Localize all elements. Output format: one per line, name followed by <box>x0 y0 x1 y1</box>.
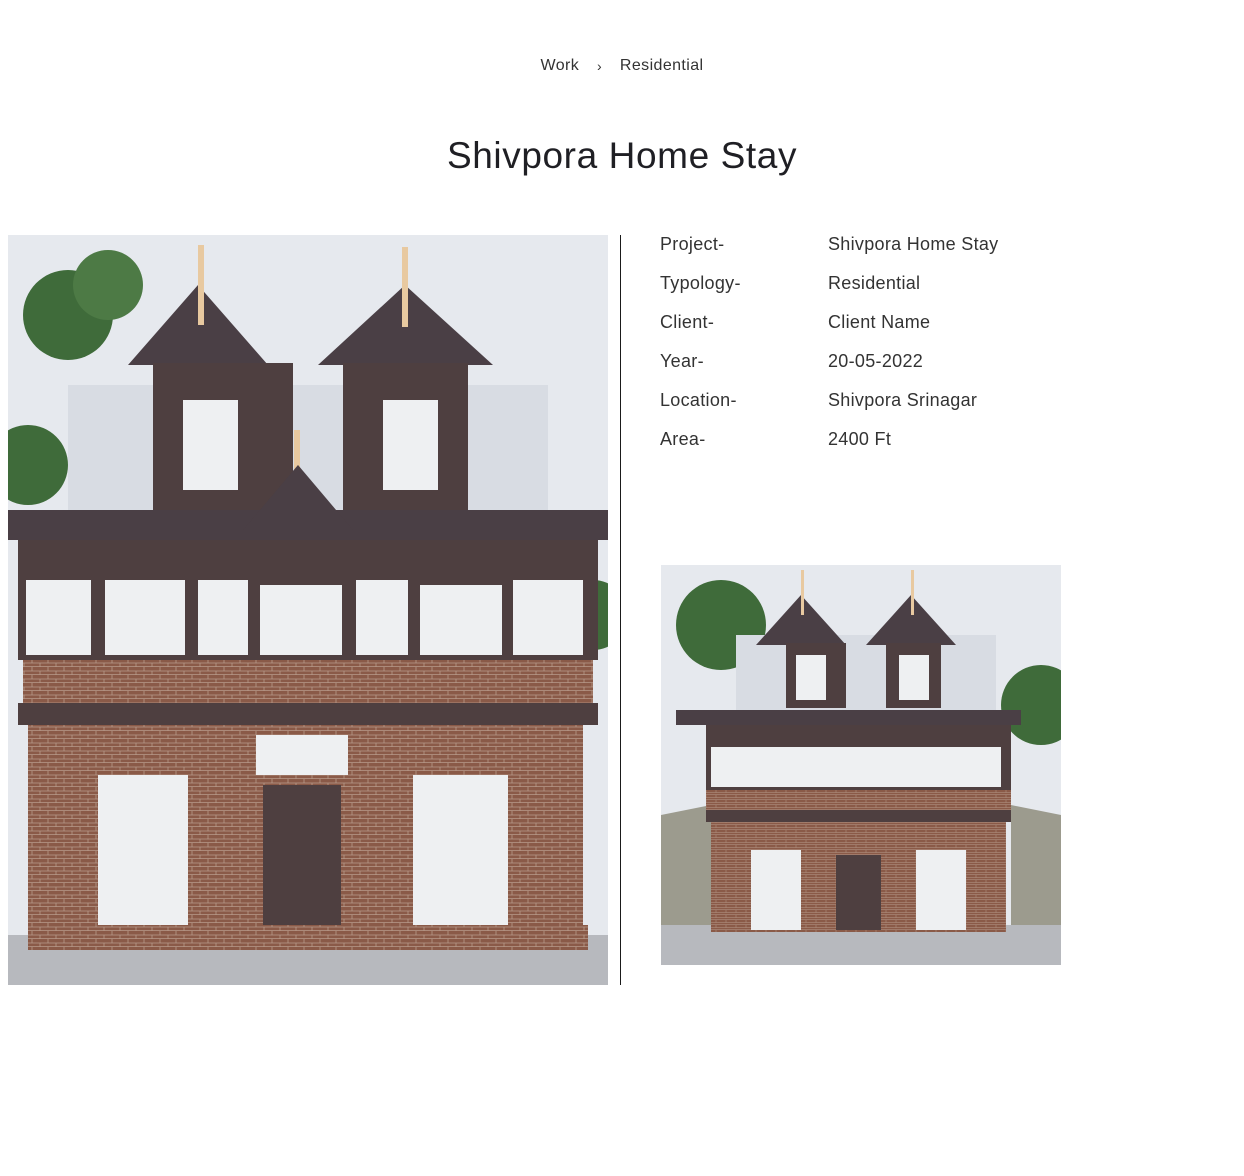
detail-label: Typology- <box>660 273 741 293</box>
detail-row-client: Client- Client Name <box>660 312 1080 351</box>
detail-value: Residential <box>828 273 921 293</box>
detail-label: Area- <box>660 429 706 449</box>
breadcrumb-residential-link[interactable]: Residential <box>620 57 704 74</box>
breadcrumb-work-link[interactable]: Work <box>541 57 580 74</box>
vertical-divider <box>620 235 621 985</box>
detail-label: Client- <box>660 312 715 332</box>
detail-value: Client Name <box>828 312 931 332</box>
detail-value: 2400 Ft <box>828 429 892 449</box>
detail-label: Year- <box>660 351 704 371</box>
breadcrumb-separator-icon: › <box>597 58 603 74</box>
project-details: Project- Shivpora Home Stay Typology- Re… <box>660 234 1080 468</box>
detail-label: Location- <box>660 390 737 410</box>
detail-row-location: Location- Shivpora Srinagar <box>660 390 1080 429</box>
detail-row-project: Project- Shivpora Home Stay <box>660 234 1080 273</box>
detail-row-typology: Typology- Residential <box>660 273 1080 312</box>
detail-value: Shivpora Srinagar <box>828 390 978 410</box>
detail-label: Project- <box>660 234 725 254</box>
detail-value: Shivpora Home Stay <box>828 234 999 254</box>
detail-value: 20-05-2022 <box>828 351 924 371</box>
project-main-image[interactable] <box>8 235 608 985</box>
detail-row-area: Area- 2400 Ft <box>660 429 1080 468</box>
breadcrumb: Work › Residential <box>0 57 1244 75</box>
project-secondary-image[interactable] <box>661 565 1061 965</box>
detail-row-year: Year- 20-05-2022 <box>660 351 1080 390</box>
page-title: Shivpora Home Stay <box>446 135 798 176</box>
